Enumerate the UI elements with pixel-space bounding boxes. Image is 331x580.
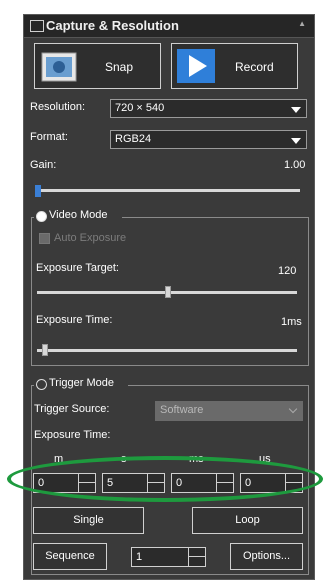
camera-icon [30,20,44,32]
seconds-stepper[interactable] [147,474,164,492]
trigger-exposure-time-label: Exposure Time: [34,429,111,441]
panel-titlebar: Capture & Resolution ▲ [24,15,314,38]
minutes-value: 0 [38,477,45,489]
milliseconds-value: 0 [176,477,183,489]
milliseconds-spinbox[interactable]: 0 [171,473,234,493]
trigger-source-select[interactable]: Software [155,401,303,421]
unit-label-m: m [54,453,64,465]
exposure-time-slider-track[interactable] [37,349,297,352]
chevron-down-icon [291,138,301,144]
exposure-target-slider-thumb[interactable] [165,286,171,298]
trigger-source-value: Software [160,404,204,416]
loop-button[interactable]: Loop [192,507,303,534]
microseconds-stepper[interactable] [285,474,302,492]
video-mode-radio[interactable] [36,211,47,222]
microseconds-spinbox[interactable]: 0 [240,473,303,493]
snap-label: Snap [105,60,134,74]
video-mode-label: Video Mode [49,209,108,221]
seconds-spinbox[interactable]: 5 [102,473,165,493]
chevron-down-icon [291,107,301,113]
record-play-icon [177,49,215,83]
exposure-target-label: Exposure Target: [36,262,119,274]
auto-exposure-checkbox[interactable] [39,233,50,244]
sequence-count-stepper[interactable] [188,548,205,566]
milliseconds-stepper[interactable] [216,474,233,492]
video-mode-header: Video Mode [34,209,122,223]
options-button[interactable]: Options... [230,543,303,570]
collapse-icon[interactable]: ▲ [298,19,306,28]
single-button[interactable]: Single [33,507,144,534]
trigger-mode-header: Trigger Mode [34,377,128,391]
sequence-count-spinbox[interactable]: 1 [131,547,206,567]
snap-camera-icon [41,52,77,82]
format-select[interactable]: RGB24 [110,130,307,149]
unit-label-us: us [259,453,271,465]
record-button[interactable]: Record [171,43,298,89]
gain-slider-thumb[interactable] [35,185,41,197]
trigger-source-label: Trigger Source: [34,403,110,415]
gain-slider-track[interactable] [37,189,300,192]
snap-button[interactable]: Snap [34,43,161,89]
resolution-value: 720 × 540 [115,102,165,114]
exposure-time-slider-thumb[interactable] [42,344,48,356]
format-label: Format: [30,131,68,143]
chevron-down-icon [288,404,298,414]
sequence-count-value: 1 [136,551,143,563]
exposure-time-value: 1ms [281,316,302,328]
panel-title: Capture & Resolution [46,18,179,33]
unit-label-s: s [121,453,127,465]
minutes-stepper[interactable] [78,474,95,492]
record-label: Record [235,60,274,74]
microseconds-value: 0 [245,477,252,489]
trigger-mode-radio[interactable] [36,379,47,390]
gain-value: 1.00 [284,159,306,171]
format-value: RGB24 [115,133,152,145]
exposure-target-value: 120 [278,265,297,277]
gain-label: Gain: [30,159,57,171]
unit-label-ms: ms [189,453,204,465]
sequence-button[interactable]: Sequence [33,543,107,570]
seconds-value: 5 [107,477,114,489]
resolution-select[interactable]: 720 × 540 [110,99,307,118]
resolution-label: Resolution: [30,101,86,113]
capture-resolution-panel: Capture & Resolution ▲ Snap Record Resol… [23,14,315,580]
trigger-mode-label: Trigger Mode [49,377,115,389]
exposure-time-label: Exposure Time: [36,314,113,326]
minutes-spinbox[interactable]: 0 [33,473,96,493]
auto-exposure-label: Auto Exposure [54,232,127,244]
